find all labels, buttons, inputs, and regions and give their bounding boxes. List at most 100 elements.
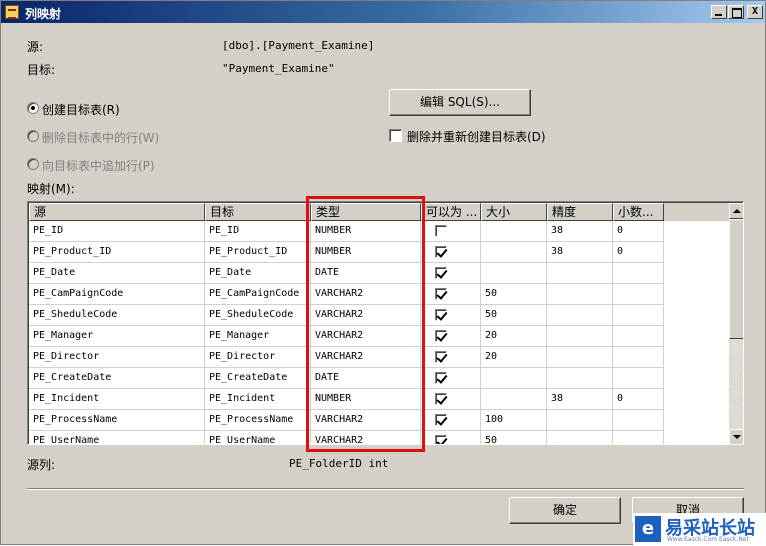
nullable-checkbox[interactable] <box>435 309 447 321</box>
cell-type[interactable]: DATE <box>311 368 421 389</box>
scroll-thumb[interactable] <box>729 219 743 339</box>
nullable-checkbox[interactable] <box>435 246 447 258</box>
cell-precision[interactable] <box>547 263 613 284</box>
cell-type[interactable]: VARCHAR2 <box>311 431 421 444</box>
vertical-scrollbar[interactable] <box>729 203 743 444</box>
cell-type[interactable]: VARCHAR2 <box>311 284 421 305</box>
cell-target[interactable]: PE_CamPaignCode <box>205 284 311 305</box>
nullable-checkbox[interactable] <box>435 267 447 279</box>
cell-size[interactable]: 100 <box>481 410 547 431</box>
cell-target[interactable]: PE_Director <box>205 347 311 368</box>
table-row[interactable]: PE_Product_ID PE_Product_ID NUMBER 38 0 <box>29 242 664 263</box>
cell-target[interactable]: PE_UserName <box>205 431 311 444</box>
cell-target[interactable]: PE_ID <box>205 221 311 242</box>
cell-precision[interactable] <box>547 284 613 305</box>
cell-nullable[interactable] <box>421 263 481 284</box>
cell-source[interactable]: PE_CreateDate <box>29 368 205 389</box>
drop-recreate-checkbox[interactable] <box>389 129 402 142</box>
cell-nullable[interactable] <box>421 326 481 347</box>
cell-scale[interactable] <box>613 263 664 284</box>
table-row[interactable]: PE_Manager PE_Manager VARCHAR2 20 <box>29 326 664 347</box>
table-row[interactable]: PE_CreateDate PE_CreateDate DATE <box>29 368 664 389</box>
cell-size[interactable] <box>481 263 547 284</box>
cell-size[interactable]: 50 <box>481 305 547 326</box>
cell-nullable[interactable] <box>421 305 481 326</box>
cell-source[interactable]: PE_Product_ID <box>29 242 205 263</box>
cell-scale[interactable] <box>613 347 664 368</box>
append-rows-radio[interactable] <box>27 158 39 170</box>
nullable-checkbox[interactable] <box>435 435 447 444</box>
cell-precision[interactable] <box>547 326 613 347</box>
cell-scale[interactable] <box>613 326 664 347</box>
cell-size[interactable]: 50 <box>481 431 547 444</box>
cell-target[interactable]: PE_CreateDate <box>205 368 311 389</box>
cell-size[interactable]: 20 <box>481 347 547 368</box>
cell-target[interactable]: PE_Incident <box>205 389 311 410</box>
minimize-button[interactable] <box>711 5 727 19</box>
cell-scale[interactable] <box>613 431 664 444</box>
cell-precision[interactable] <box>547 431 613 444</box>
nullable-checkbox[interactable] <box>435 330 447 342</box>
cell-scale[interactable] <box>613 305 664 326</box>
edit-sql-button[interactable]: 编辑 SQL(S)... <box>389 89 531 116</box>
col-header-target[interactable]: 目标 <box>205 203 311 221</box>
cell-scale[interactable]: 0 <box>613 242 664 263</box>
cell-size[interactable] <box>481 221 547 242</box>
cell-nullable[interactable] <box>421 221 481 242</box>
cell-target[interactable]: PE_SheduleCode <box>205 305 311 326</box>
cell-precision[interactable] <box>547 347 613 368</box>
table-row[interactable]: PE_Director PE_Director VARCHAR2 20 <box>29 347 664 368</box>
nullable-checkbox[interactable] <box>435 288 447 300</box>
col-header-size[interactable]: 大小 <box>481 203 547 221</box>
cell-precision[interactable]: 38 <box>547 242 613 263</box>
append-rows-label[interactable]: 向目标表中追加行(P) <box>42 157 155 174</box>
cell-target[interactable]: PE_Manager <box>205 326 311 347</box>
drop-recreate-label[interactable]: 删除并重新创建目标表(D) <box>407 128 546 145</box>
cell-precision[interactable]: 38 <box>547 221 613 242</box>
cell-source[interactable]: PE_CamPaignCode <box>29 284 205 305</box>
cell-type[interactable]: NUMBER <box>311 389 421 410</box>
cell-nullable[interactable] <box>421 431 481 444</box>
col-header-source[interactable]: 源 <box>29 203 205 221</box>
col-header-nullable[interactable]: 可以为 ... <box>421 203 481 221</box>
cell-source[interactable]: PE_SheduleCode <box>29 305 205 326</box>
table-row[interactable]: PE_CamPaignCode PE_CamPaignCode VARCHAR2 50 <box>29 284 664 305</box>
nullable-checkbox[interactable] <box>435 225 447 237</box>
col-header-type[interactable]: 类型 <box>311 203 421 221</box>
cell-size[interactable]: 50 <box>481 284 547 305</box>
cell-precision[interactable] <box>547 305 613 326</box>
cell-type[interactable]: DATE <box>311 263 421 284</box>
cell-nullable[interactable] <box>421 410 481 431</box>
cell-source[interactable]: PE_UserName <box>29 431 205 444</box>
cell-type[interactable]: VARCHAR2 <box>311 305 421 326</box>
cell-nullable[interactable] <box>421 368 481 389</box>
cell-nullable[interactable] <box>421 284 481 305</box>
cell-size[interactable]: 20 <box>481 326 547 347</box>
table-row[interactable]: PE_ProcessName PE_ProcessName VARCHAR2 100 <box>29 410 664 431</box>
cell-precision[interactable] <box>547 410 613 431</box>
delete-rows-label[interactable]: 删除目标表中的行(W) <box>42 129 159 146</box>
create-table-label[interactable]: 创建目标表(R) <box>42 101 120 118</box>
table-row[interactable]: PE_ID PE_ID NUMBER 38 0 <box>29 221 664 242</box>
cell-source[interactable]: PE_ProcessName <box>29 410 205 431</box>
cell-target[interactable]: PE_ProcessName <box>205 410 311 431</box>
nullable-checkbox[interactable] <box>435 351 447 363</box>
table-row[interactable]: PE_UserName PE_UserName VARCHAR2 50 <box>29 431 664 444</box>
cell-precision[interactable] <box>547 368 613 389</box>
cell-target[interactable]: PE_Date <box>205 263 311 284</box>
table-row[interactable]: PE_Incident PE_Incident NUMBER 38 0 <box>29 389 664 410</box>
cell-type[interactable]: VARCHAR2 <box>311 347 421 368</box>
nullable-checkbox[interactable] <box>435 372 447 384</box>
nullable-checkbox[interactable] <box>435 393 447 405</box>
cell-source[interactable]: PE_ID <box>29 221 205 242</box>
nullable-checkbox[interactable] <box>435 414 447 426</box>
scroll-up-icon[interactable] <box>729 203 743 219</box>
cell-source[interactable]: PE_Incident <box>29 389 205 410</box>
cell-nullable[interactable] <box>421 347 481 368</box>
cell-size[interactable] <box>481 242 547 263</box>
cell-scale[interactable] <box>613 410 664 431</box>
cell-scale[interactable] <box>613 284 664 305</box>
table-row[interactable]: PE_Date PE_Date DATE <box>29 263 664 284</box>
cell-size[interactable] <box>481 389 547 410</box>
cell-source[interactable]: PE_Director <box>29 347 205 368</box>
